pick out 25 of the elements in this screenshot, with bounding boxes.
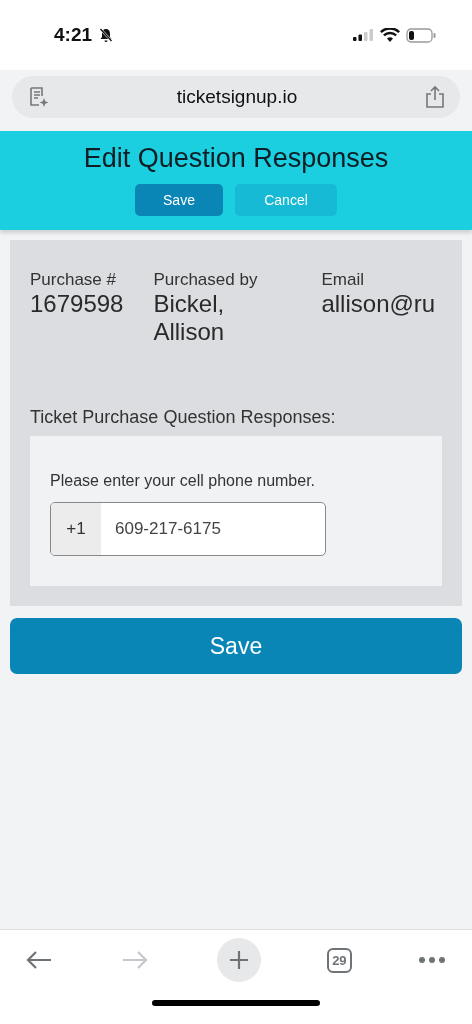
save-button[interactable]: Save — [10, 618, 462, 675]
address-bar[interactable]: ticketsignup.io — [12, 76, 460, 118]
phone-field[interactable]: +1 609-217-6175 — [50, 502, 326, 557]
field-label: Purchase # — [30, 270, 117, 290]
more-icon[interactable] — [417, 956, 446, 964]
field-label: Purchased by — [153, 270, 259, 290]
field-value: Bickel, Allison — [153, 290, 226, 346]
page-title: Edit Question Responses — [83, 143, 389, 174]
battery-icon — [406, 27, 436, 43]
plus-icon — [227, 949, 250, 971]
question-prompt: Please enter your cell phone number. — [50, 472, 317, 491]
wifi-icon — [380, 27, 400, 43]
back-arrow-icon[interactable] — [24, 949, 54, 971]
url-text: ticketsignup.io — [175, 86, 299, 108]
field-value: allison@ru — [321, 290, 436, 318]
tab-count-button[interactable]: 29 — [327, 947, 352, 973]
status-time: 4:21 — [54, 24, 93, 46]
field-label: Email — [321, 270, 365, 290]
country-code: +1 — [51, 503, 101, 556]
share-icon[interactable] — [424, 85, 446, 109]
signal-icon — [352, 28, 374, 42]
save-button[interactable]: Save — [135, 184, 223, 216]
section-heading: Ticket Purchase Question Responses: — [30, 407, 337, 429]
field-value: 1679598 — [30, 290, 124, 318]
new-tab-button[interactable] — [216, 938, 261, 982]
